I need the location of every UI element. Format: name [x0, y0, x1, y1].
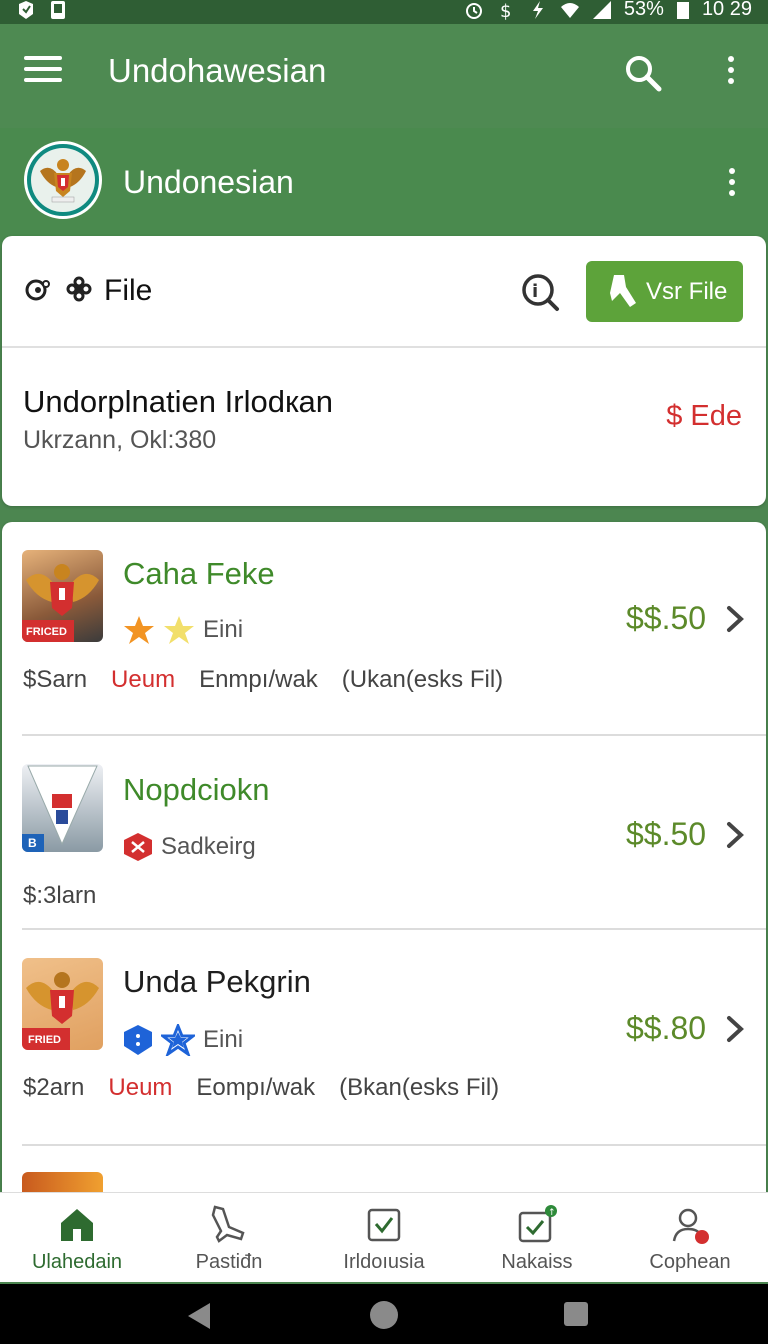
chevron-right-icon	[727, 822, 744, 848]
item-detail-2: Ueum	[108, 1074, 173, 1101]
item-meta-label: Sadkeirg	[161, 833, 256, 860]
profile-icon	[672, 1208, 709, 1244]
file-label: File	[104, 274, 153, 307]
nav-label: Pastiđn	[195, 1251, 263, 1273]
more-vert-icon[interactable]	[722, 56, 740, 88]
item-price: $$.50	[626, 600, 707, 636]
battery-level: 53%	[623, 0, 664, 20]
item-list: FRICED Caha Feke Eini $Sarn Ueum Enmpı/w…	[2, 522, 766, 1222]
item-detail-4: (Bkan(esks Fil)	[339, 1074, 500, 1101]
nav-label: Irldoıusia	[343, 1251, 425, 1273]
item-price: $$.50	[626, 816, 707, 852]
search-icon[interactable]	[624, 54, 662, 92]
recent-apps-icon[interactable]	[564, 1302, 588, 1326]
thumb-caption: FRICED	[26, 626, 67, 638]
view-file-button[interactable]: Vsr File	[586, 261, 743, 322]
avatar[interactable]	[24, 141, 102, 219]
item-price: $$.80	[626, 1010, 707, 1046]
hand-icon	[610, 275, 636, 307]
profile-name: Undonesian	[123, 164, 294, 200]
svg-text:↑: ↑	[548, 1208, 556, 1218]
notification-icon	[51, 1, 65, 19]
blue-star-icon	[161, 1024, 195, 1056]
settings-icon[interactable]	[64, 274, 94, 304]
chevron-right-icon	[727, 606, 744, 632]
nav-label: Ulahedain	[31, 1251, 123, 1273]
item-detail-3: Eompı/wak	[196, 1074, 316, 1101]
item-details: $:3larn	[23, 882, 96, 910]
item-meta: Sadkeirg	[123, 832, 256, 862]
svg-text:i: i	[532, 281, 538, 302]
item-detail-1: $Sarn	[23, 666, 88, 693]
chevron-right-icon	[727, 1016, 744, 1042]
bottom-navigation: Ulahedain Pastiđn Irldoıusia ↑ Nakaiss C…	[0, 1192, 768, 1282]
item-thumbnail: B	[22, 764, 103, 852]
blue-shield-icon	[124, 1025, 152, 1055]
list-item[interactable]: B Nopdciokn Sadkeirg $:3larn $$.50	[2, 736, 766, 928]
garuda-emblem-icon	[40, 159, 86, 203]
nav-tab-2[interactable]: Pastiđn	[152, 1193, 306, 1283]
file-card: File i Vsr File Undorplnatien Irlodкan U…	[2, 236, 766, 506]
thumb-caption: B	[28, 836, 37, 850]
app-title: Undohawesian	[108, 52, 327, 89]
nav-label: Nakaiss	[501, 1251, 573, 1273]
help-search-icon[interactable]: i	[520, 272, 560, 312]
plane-icon	[211, 1205, 245, 1243]
item-meta-label: Eini	[203, 1026, 244, 1053]
svg-text:$: $	[500, 1, 511, 20]
yellow-star-icon	[164, 616, 194, 644]
home-icon	[61, 1209, 93, 1241]
status-bar: $ 53% 10 29	[0, 0, 768, 24]
menu-icon[interactable]	[24, 56, 62, 86]
view-file-label: Vsr File	[646, 277, 728, 305]
task-icon: ↑	[518, 1205, 557, 1243]
nav-tab-3[interactable]: Irldoıusia	[307, 1193, 461, 1283]
file-summary-price: $ Ede	[666, 400, 742, 432]
profile-header: Undonesian	[0, 128, 768, 248]
item-detail-3: Enmpı/wak	[199, 666, 318, 693]
flash-icon	[532, 0, 543, 19]
item-detail-2: Ueum	[111, 666, 176, 693]
nav-label: Cophean	[649, 1251, 731, 1273]
red-emblem-icon	[124, 833, 152, 861]
system-navigation-bar	[0, 1284, 768, 1344]
item-detail-1: $:3larn	[23, 882, 97, 909]
check-box-icon	[367, 1208, 401, 1242]
item-details: $2arn Ueum Eompı/wak (Bkan(esks Fil)	[23, 1074, 499, 1102]
nav-tab-4[interactable]: ↑ Nakaiss	[460, 1193, 614, 1283]
file-summary-row[interactable]: Undorplnatien Irlodкan Ukrzann, Okl:380 …	[2, 350, 766, 500]
item-details: $Sarn Ueum Enmpı/wak (Ukan(esks Fil)	[23, 666, 503, 694]
home-button-icon[interactable]	[370, 1301, 398, 1329]
app-icon	[19, 1, 33, 19]
list-item[interactable]: FRICED Caha Feke Eini $Sarn Ueum Enmpı/w…	[2, 522, 766, 734]
clock: 10 29	[701, 0, 752, 20]
file-summary-title: Undorplnatien Irlodкan	[23, 384, 333, 419]
item-meta-label: Eini	[203, 616, 244, 643]
item-title: Nopdciokn	[123, 772, 270, 807]
item-meta: Eini	[123, 614, 243, 646]
gear-connect-icon[interactable]	[22, 274, 54, 306]
signal-icon	[592, 0, 611, 19]
back-icon[interactable]	[186, 1301, 212, 1331]
thumb-caption: FRIED	[28, 1034, 61, 1046]
item-meta: Eini	[123, 1024, 243, 1056]
header-more-icon[interactable]	[724, 168, 740, 198]
nav-tab-profile[interactable]: Cophean	[613, 1193, 767, 1283]
battery-icon	[676, 1, 689, 19]
dollar-icon: $	[500, 1, 511, 20]
file-summary-subtitle: Ukrzann, Okl:380	[23, 426, 217, 454]
item-thumbnail: FRIED	[22, 958, 103, 1050]
wifi-icon	[560, 2, 579, 18]
item-title: Unda Pekgrin	[123, 964, 311, 999]
nav-tab-home[interactable]: Ulahedain	[0, 1193, 154, 1283]
item-detail-1: $2arn	[23, 1074, 85, 1101]
app-bar: Undohawesian	[0, 24, 768, 145]
alarm-icon	[465, 2, 482, 19]
item-title: Caha Feke	[123, 556, 275, 591]
list-item[interactable]: FRIED Unda Pekgrin Eini $2arn Ueum Eompı…	[2, 930, 766, 1144]
file-row: File i Vsr File	[2, 236, 766, 348]
item-thumbnail: FRICED	[22, 550, 103, 642]
orange-star-icon	[124, 616, 154, 644]
item-detail-4: (Ukan(esks Fil)	[341, 666, 504, 693]
